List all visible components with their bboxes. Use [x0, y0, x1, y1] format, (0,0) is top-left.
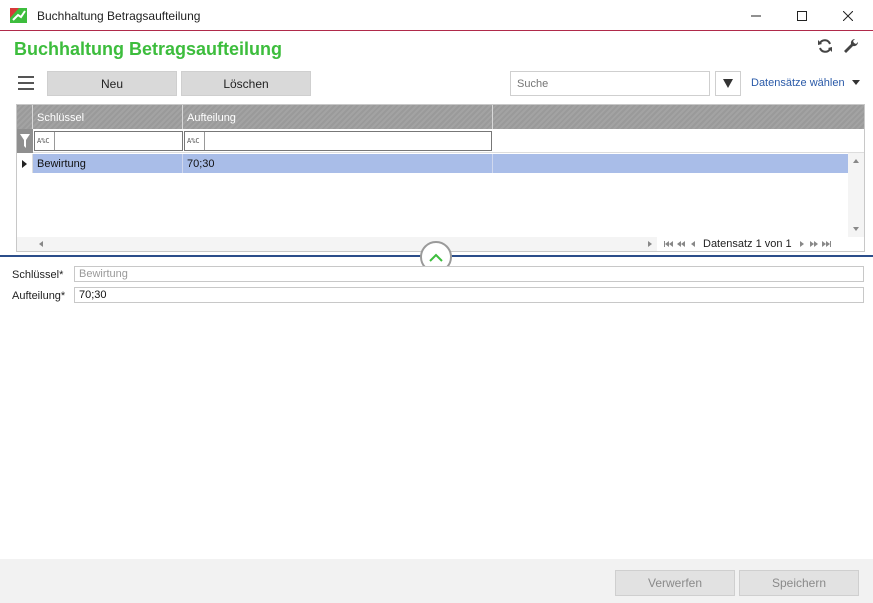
title-bar: Buchhaltung Betragsaufteilung	[0, 0, 873, 31]
column-header-schluessel[interactable]: Schlüssel	[33, 105, 183, 129]
scroll-up-icon[interactable]	[853, 159, 859, 163]
aufteilung-label: Aufteilung*	[12, 290, 66, 302]
grid-header: Schlüssel Aufteilung	[17, 105, 864, 129]
filter-input-aufteilung[interactable]: A%C	[184, 131, 492, 151]
page-title: Buchhaltung Betragsaufteilung	[14, 39, 283, 59]
filter-row: A%C A%C	[17, 129, 864, 153]
next-page-icon[interactable]	[796, 239, 808, 249]
pager-status: Datensatz 1 von 1	[703, 238, 792, 250]
vertical-scrollbar[interactable]	[848, 153, 864, 237]
first-page-icon[interactable]	[663, 239, 675, 249]
menu-icon[interactable]	[18, 76, 34, 90]
minimize-button[interactable]	[733, 0, 779, 31]
minimize-icon	[751, 15, 761, 16]
app-window: Buchhaltung Betragsaufteilung Buchhaltun…	[0, 0, 873, 603]
chevron-up-icon	[429, 253, 443, 262]
triangle-down-icon	[723, 79, 733, 88]
horizontal-scrollbar[interactable]	[17, 237, 657, 251]
chevron-down-icon[interactable]	[852, 80, 860, 85]
refresh-icon[interactable]	[816, 37, 834, 55]
search-input[interactable]	[510, 71, 710, 96]
last-page-icon[interactable]	[820, 239, 832, 249]
window-title: Buchhaltung Betragsaufteilung	[37, 9, 201, 23]
cell-aufteilung[interactable]: 70;30	[183, 154, 493, 173]
aufteilung-field[interactable]: 70;30	[74, 287, 864, 303]
select-records-link[interactable]: Datensätze wählen	[751, 77, 845, 89]
filter-input-schluessel[interactable]: A%C	[34, 131, 183, 151]
close-button[interactable]	[825, 0, 871, 31]
schluessel-label: Schlüssel*	[12, 269, 64, 281]
data-grid: Schlüssel Aufteilung A%C A%C Bewirtung 7…	[16, 104, 865, 252]
previous-block-icon[interactable]	[675, 239, 687, 249]
column-header-aufteilung[interactable]: Aufteilung	[183, 105, 493, 129]
funnel-icon[interactable]	[17, 129, 33, 153]
scroll-left-icon[interactable]	[39, 241, 43, 247]
wrench-icon[interactable]	[842, 37, 860, 55]
cell-schluessel[interactable]: Bewirtung	[33, 154, 183, 173]
close-icon	[843, 10, 853, 21]
pager: Datensatz 1 von 1	[659, 237, 849, 251]
scroll-down-icon[interactable]	[853, 227, 859, 231]
filter-operator-button[interactable]: A%C	[35, 132, 55, 150]
row-indicator-icon	[17, 154, 33, 173]
previous-page-icon[interactable]	[687, 239, 699, 249]
search-filter-button[interactable]	[715, 71, 741, 96]
schluessel-field[interactable]: Bewirtung	[74, 266, 864, 282]
app-logo-icon	[10, 8, 27, 23]
new-button[interactable]: Neu	[47, 71, 177, 96]
maximize-icon	[797, 10, 807, 21]
header-indicator-cell	[17, 105, 33, 129]
delete-button[interactable]: Löschen	[181, 71, 311, 96]
filter-operator-button[interactable]: A%C	[185, 132, 205, 150]
maximize-button[interactable]	[779, 0, 825, 31]
save-button[interactable]: Speichern	[739, 570, 859, 596]
next-block-icon[interactable]	[808, 239, 820, 249]
table-row[interactable]: Bewirtung 70;30	[17, 154, 848, 173]
scroll-right-icon[interactable]	[648, 241, 652, 247]
discard-button[interactable]: Verwerfen	[615, 570, 735, 596]
